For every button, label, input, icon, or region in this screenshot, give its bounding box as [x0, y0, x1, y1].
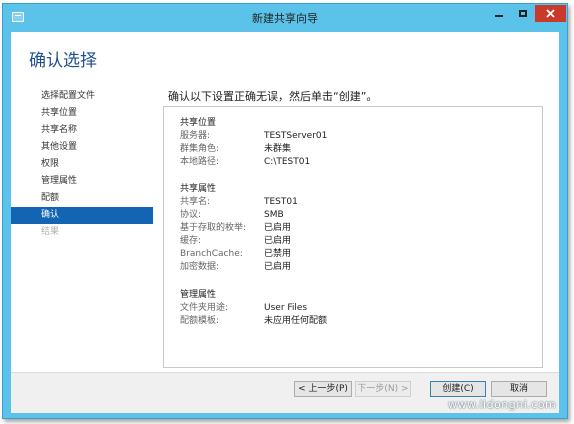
- section-title: 管理属性: [180, 290, 217, 300]
- summary-value: 已启用: [264, 262, 292, 272]
- summary-key: 基于存取的枚举:: [180, 223, 247, 233]
- summary-key: 服务器:: [180, 131, 211, 141]
- summary-row: 基于存取的枚举: 已启用: [180, 222, 298, 235]
- page-title: 确认选择: [29, 51, 97, 71]
- summary-key: 群集角色:: [180, 144, 220, 154]
- summary-value: 已启用: [264, 236, 292, 246]
- summary-row: 群集角色: 未群集: [180, 143, 327, 156]
- maximize-button[interactable]: [511, 5, 535, 22]
- nav-item-results: 结果: [41, 227, 60, 237]
- summary-value: 已禁用: [264, 249, 292, 259]
- section-title: 共享属性: [180, 184, 217, 194]
- nav-item-management-properties[interactable]: 管理属性: [11, 173, 153, 190]
- title-bar[interactable]: 新建共享向导: [3, 4, 567, 32]
- summary-row: 配额模板: 未应用任何配额: [180, 315, 327, 328]
- summary-row: 本地路径: C:\TEST01: [180, 156, 327, 169]
- summary-key: 协议:: [180, 210, 202, 220]
- summary-row: 缓存: 已启用: [180, 235, 298, 248]
- nav-item-quota[interactable]: 配额: [11, 190, 153, 207]
- summary-row: 共享名: TEST01: [180, 196, 298, 209]
- summary-key: 共享名:: [180, 197, 211, 207]
- summary-row: 服务器: TESTServer01: [180, 130, 327, 143]
- summary-value: 未应用任何配额: [264, 316, 328, 326]
- summary-value: 已启用: [264, 223, 292, 233]
- nav-item-confirmation[interactable]: 确认: [11, 207, 153, 224]
- minimize-button[interactable]: [487, 5, 511, 22]
- summary-row: 协议: SMB: [180, 209, 298, 222]
- wizard-window: 新建共享向导 确认选择 选择配置文件 共享位置 共享名称 其他设置 权限 管理属…: [2, 3, 568, 419]
- section-management-properties: 管理属性 文件夹用途: User Files 配额模板: 未应用任何配额: [180, 289, 327, 328]
- minimize-icon: [495, 15, 503, 17]
- wizard-client-area: 确认选择 选择配置文件 共享位置 共享名称 其他设置 权限 管理属性 配额 确认…: [11, 32, 559, 413]
- previous-button[interactable]: < 上一步(P): [294, 381, 352, 397]
- summary-key: 配额模板:: [180, 316, 220, 326]
- summary-value: User Files: [264, 303, 308, 313]
- summary-value: 未群集: [264, 144, 292, 154]
- summary-row: 加密数据: 已启用: [180, 261, 298, 274]
- summary-row: 文件夹用途: User Files: [180, 302, 327, 315]
- summary-value: TEST01: [264, 197, 298, 207]
- section-share-location: 共享位置 服务器: TESTServer01 群集角色: 未群集 本地路径: C…: [180, 117, 327, 169]
- summary-key: 加密数据:: [180, 262, 220, 272]
- next-button: 下一步(N) >: [355, 381, 411, 397]
- summary-row: BranchCache: 已禁用: [180, 248, 298, 261]
- nav-item-other-settings[interactable]: 其他设置: [11, 139, 153, 156]
- summary-value: TESTServer01: [264, 131, 328, 141]
- instruction-text: 确认以下设置正确无误，然后单击“创建”。: [168, 90, 378, 103]
- watermark-text: www.lidongni.com: [448, 398, 557, 411]
- summary-key: BranchCache:: [180, 249, 243, 259]
- section-share-properties: 共享属性 共享名: TEST01 协议: SMB 基于存取的枚举: 已启用 缓存…: [180, 183, 298, 274]
- close-button[interactable]: [535, 5, 566, 22]
- cancel-button[interactable]: 取消: [491, 381, 547, 397]
- nav-item-share-location[interactable]: 共享位置: [11, 105, 153, 122]
- window-title: 新建共享向导: [252, 12, 318, 25]
- maximize-icon: [519, 10, 527, 17]
- nav-item-permissions[interactable]: 权限: [11, 156, 153, 173]
- summary-key: 缓存:: [180, 236, 202, 246]
- nav-item-share-name[interactable]: 共享名称: [11, 122, 153, 139]
- summary-key: 本地路径:: [180, 157, 220, 167]
- settings-summary-box: 共享位置 服务器: TESTServer01 群集角色: 未群集 本地路径: C…: [163, 106, 543, 368]
- section-title: 共享位置: [180, 118, 217, 128]
- summary-value: SMB: [264, 210, 284, 220]
- create-button[interactable]: 创建(C): [430, 381, 486, 397]
- wizard-step-list: 选择配置文件 共享位置 共享名称 其他设置 权限 管理属性 配额 确认 结果: [11, 88, 153, 241]
- summary-value: C:\TEST01: [264, 157, 311, 167]
- close-icon: [546, 9, 555, 18]
- summary-key: 文件夹用途:: [180, 303, 229, 313]
- nav-item-select-profile[interactable]: 选择配置文件: [11, 88, 153, 105]
